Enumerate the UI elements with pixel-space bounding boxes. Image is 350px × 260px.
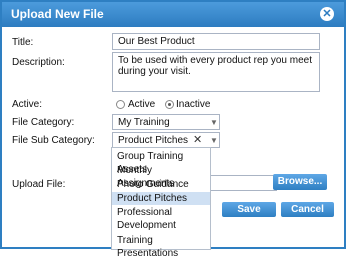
dialog-titlebar: Upload New File ✕ <box>2 2 344 27</box>
upload-file-label: Upload File: <box>12 179 66 190</box>
file-sub-category-select[interactable]: Product Pitches <box>112 132 220 148</box>
file-category-value: My Training <box>118 117 170 128</box>
upload-file-input[interactable] <box>207 175 277 191</box>
save-button[interactable]: Save <box>222 202 276 217</box>
browse-button[interactable]: Browse... <box>273 174 327 190</box>
close-icon[interactable]: ✕ <box>320 7 334 21</box>
clear-icon[interactable]: ✕ <box>193 133 202 146</box>
dropdown-option[interactable]: Training Presentations <box>112 234 210 259</box>
dropdown-option[interactable]: Professional <box>112 206 210 219</box>
file-category-label: File Category: <box>12 117 75 128</box>
sub-category-dropdown-list: Group Training Assets Monthly Assignment… <box>111 147 211 259</box>
chevron-down-icon[interactable]: ▼ <box>210 118 218 127</box>
file-sub-category-label: File Sub Category: <box>12 135 95 146</box>
dropdown-option[interactable]: Photo Guidance <box>112 178 210 191</box>
inactive-radio-label: Inactive <box>176 99 211 110</box>
file-sub-category-value: Product Pitches <box>118 135 189 146</box>
dropdown-option-highlighted[interactable]: Product Pitches <box>112 192 210 205</box>
description-label: Description: <box>12 57 65 68</box>
dropdown-option[interactable]: Development <box>112 219 210 232</box>
inactive-radio[interactable] <box>165 100 174 109</box>
cancel-button[interactable]: Cancel <box>281 202 334 217</box>
dialog-title: Upload New File <box>11 7 104 21</box>
active-radio[interactable] <box>116 100 125 109</box>
chevron-down-icon[interactable]: ▼ <box>210 136 218 145</box>
active-radio-label: Active <box>128 99 156 110</box>
active-label: Active: <box>12 99 43 110</box>
description-textarea[interactable]: To be used with every product rep you me… <box>112 52 320 92</box>
dropdown-option[interactable]: Monthly Assignments <box>112 164 210 189</box>
title-input[interactable]: Our Best Product <box>112 33 320 50</box>
file-category-select[interactable]: My Training <box>112 114 220 130</box>
title-label: Title: <box>12 37 34 48</box>
dropdown-option[interactable]: Group Training Assets <box>112 150 210 175</box>
